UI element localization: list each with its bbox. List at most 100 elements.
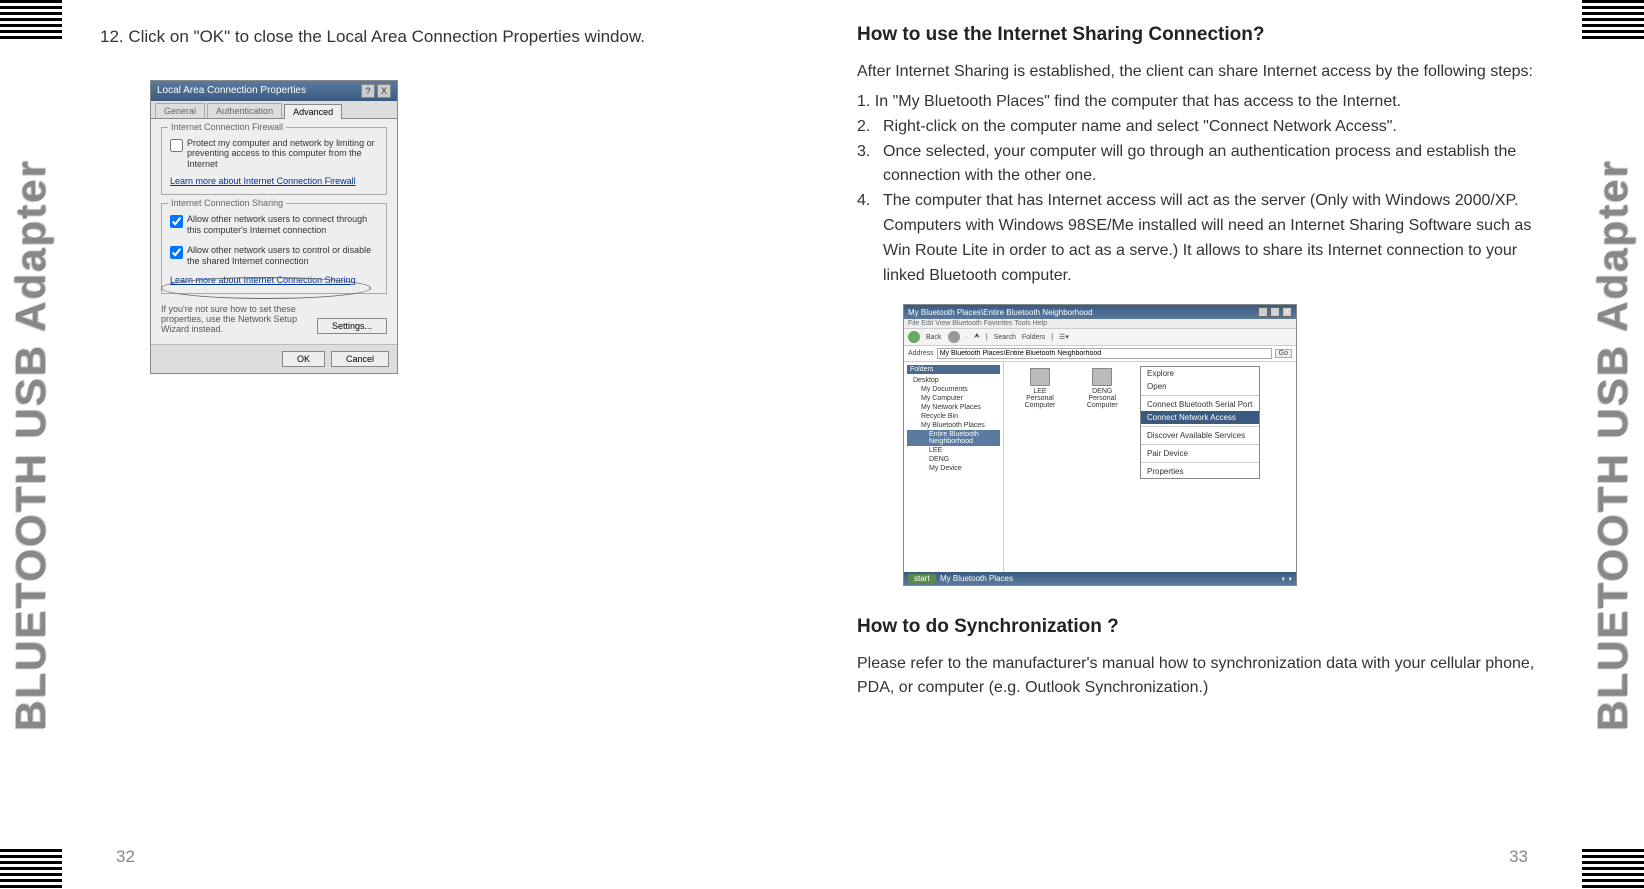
link-ics[interactable]: Learn more about Internet Connection Sha…	[170, 275, 356, 285]
close-icon[interactable]: X	[377, 84, 391, 98]
lacp-title-text: Local Area Connection Properties	[157, 85, 306, 96]
heading-sync: How to do Synchronization ?	[857, 616, 1544, 638]
node-mynet[interactable]: My Network Places	[907, 403, 1000, 412]
intro-para: After Internet Sharing is established, t…	[857, 60, 1544, 84]
settings-button[interactable]: Settings...	[317, 318, 387, 334]
page-number-right: 33	[1509, 847, 1528, 867]
explorer-title-text: My Bluetooth Places\Entire Bluetooth Nei…	[908, 308, 1093, 317]
ctx-network[interactable]: Connect Network Access	[1141, 411, 1259, 424]
explorer-toolbar: Back · ⮝ | Search Folders | ☰▾	[904, 329, 1296, 346]
step-2: Right-click on the computer name and sel…	[883, 115, 1544, 140]
stripe-bottom	[0, 849, 62, 889]
cancel-button[interactable]: Cancel	[331, 351, 389, 367]
computer-icon	[1092, 368, 1112, 386]
ics-group-title: Internet Connection Sharing	[168, 198, 286, 208]
explorer-titlebar: My Bluetooth Places\Entire Bluetooth Nei…	[904, 305, 1296, 319]
explorer-menu[interactable]: File Edit View Bluetooth Favorites Tools…	[904, 319, 1296, 329]
stripe-top	[1582, 0, 1644, 40]
side-label-right: BLUETOOTH USB Adapter	[1589, 159, 1637, 731]
max-icon[interactable]: □	[1270, 307, 1280, 317]
lacp-tabs: General Authentication Advanced	[151, 101, 397, 118]
node-entire[interactable]: Entire Bluetooth Neighborhood	[907, 430, 1000, 446]
node-recycle[interactable]: Recycle Bin	[907, 412, 1000, 421]
computer-icon	[1030, 368, 1050, 386]
stripe-top	[0, 0, 62, 40]
node-desktop[interactable]: Desktop	[907, 376, 1000, 385]
chk-allow-connect[interactable]: Allow other network users to connect thr…	[170, 214, 378, 236]
tray: ◑ ◑	[1280, 574, 1292, 583]
side-bar-right: BLUETOOTH USB Adapter	[1582, 0, 1644, 889]
node-mycomp[interactable]: My Computer	[907, 394, 1000, 403]
ctx-properties[interactable]: Properties	[1141, 465, 1259, 478]
explorer-addressbar: Address Go	[904, 346, 1296, 362]
step-4-num: 4.	[857, 189, 883, 288]
sync-para: Please refer to the manufacturer's manua…	[857, 652, 1544, 700]
back-label[interactable]: Back	[926, 334, 942, 341]
views-icon[interactable]: ☰▾	[1059, 333, 1069, 341]
stripe-bottom	[1582, 849, 1644, 889]
explorer-sidebar: Folders Desktop My Documents My Computer…	[904, 362, 1004, 572]
right-column: How to use the Internet Sharing Connecti…	[847, 24, 1544, 889]
start-button[interactable]: start	[908, 574, 936, 583]
step-1: 1. In "My Bluetooth Places" find the com…	[857, 90, 1544, 115]
chk-allow-control[interactable]: Allow other network users to control or …	[170, 245, 378, 267]
folders-header: Folders	[907, 365, 1000, 374]
ctx-pair[interactable]: Pair Device	[1141, 447, 1259, 460]
step-3: Once selected, your computer will go thr…	[883, 140, 1544, 190]
chk-allow-connect-label: Allow other network users to connect thr…	[187, 214, 378, 236]
taskbar: start My Bluetooth Places ◑ ◑	[904, 572, 1296, 585]
lacp-titlebar: Local Area Connection Properties ? X	[151, 81, 397, 101]
context-menu: Explore Open Connect Bluetooth Serial Po…	[1140, 366, 1260, 479]
min-icon[interactable]: _	[1258, 307, 1268, 317]
ok-button[interactable]: OK	[282, 351, 325, 367]
close-icon[interactable]: X	[1282, 307, 1292, 317]
help-icon[interactable]: ?	[361, 84, 375, 98]
chk-protect[interactable]: Protect my computer and network by limit…	[170, 138, 378, 170]
addr-label: Address	[908, 350, 934, 357]
ctx-serial[interactable]: Connect Bluetooth Serial Port	[1141, 398, 1259, 411]
ics-group: Internet Connection Sharing Allow other …	[161, 203, 387, 294]
side-label-left: BLUETOOTH USB Adapter	[7, 159, 55, 731]
explorer-main: LEE Personal Computer DENG Personal Comp…	[1004, 362, 1296, 572]
left-column: 12. Click on "OK" to close the Local Are…	[100, 24, 807, 889]
tab-general[interactable]: General	[155, 103, 205, 118]
node-deng[interactable]: DENG	[907, 455, 1000, 464]
link-firewall[interactable]: Learn more about Internet Connection Fir…	[170, 176, 356, 186]
item-deng[interactable]: DENG Personal Computer	[1072, 368, 1132, 409]
step-3-num: 3.	[857, 140, 883, 190]
back-icon[interactable]	[908, 331, 920, 343]
firewall-group: Internet Connection Firewall Protect my …	[161, 127, 387, 195]
search-label[interactable]: Search	[994, 334, 1016, 341]
ctx-explore[interactable]: Explore	[1141, 367, 1259, 380]
up-icon[interactable]: ⮝	[974, 333, 980, 341]
content: 12. Click on "OK" to close the Local Are…	[100, 24, 1544, 889]
page-number-left: 32	[116, 847, 135, 867]
fwd-icon[interactable]	[948, 331, 960, 343]
step-12-text: 12. Click on "OK" to close the Local Are…	[100, 24, 787, 50]
firewall-group-title: Internet Connection Firewall	[168, 122, 286, 132]
step-4: The computer that has Internet access wi…	[883, 189, 1544, 288]
node-lee[interactable]: LEE	[907, 446, 1000, 455]
steps-list: 1. In "My Bluetooth Places" find the com…	[857, 90, 1544, 288]
lacp-help-text: If you're not sure how to set these prop…	[161, 304, 311, 334]
heading-sharing: How to use the Internet Sharing Connecti…	[857, 24, 1544, 46]
explorer-window: My Bluetooth Places\Entire Bluetooth Nei…	[903, 304, 1297, 586]
item-deng-label: DENG Personal Computer	[1072, 388, 1132, 409]
side-bar-left: BLUETOOTH USB Adapter	[0, 0, 62, 889]
taskbar-item[interactable]: My Bluetooth Places	[940, 574, 1013, 583]
go-button[interactable]: Go	[1275, 349, 1292, 358]
tab-advanced[interactable]: Advanced	[284, 104, 342, 119]
tab-authentication[interactable]: Authentication	[207, 103, 282, 118]
node-mydev[interactable]: My Device	[907, 464, 1000, 473]
step-2-num: 2.	[857, 115, 883, 140]
ctx-open[interactable]: Open	[1141, 380, 1259, 393]
node-mydocs[interactable]: My Documents	[907, 385, 1000, 394]
item-lee[interactable]: LEE Personal Computer	[1010, 368, 1070, 409]
item-lee-label: LEE Personal Computer	[1010, 388, 1070, 409]
lacp-dialog: Local Area Connection Properties ? X Gen…	[150, 80, 398, 375]
node-mybtp[interactable]: My Bluetooth Places	[907, 421, 1000, 430]
folders-label[interactable]: Folders	[1022, 334, 1045, 341]
ctx-discover[interactable]: Discover Available Services	[1141, 429, 1259, 442]
addr-input[interactable]	[937, 348, 1272, 359]
chk-protect-label: Protect my computer and network by limit…	[187, 138, 378, 170]
